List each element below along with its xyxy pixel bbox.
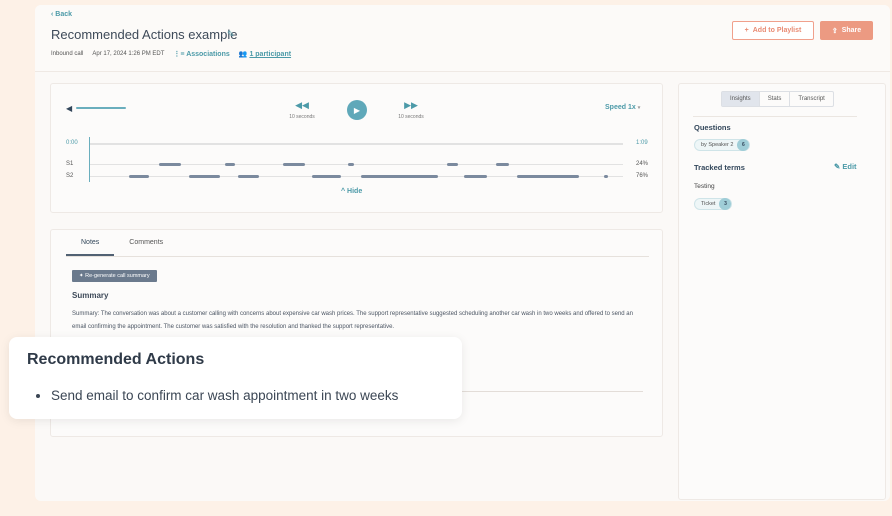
speaker-segment[interactable] — [446, 163, 458, 166]
speaker-segment[interactable] — [158, 163, 182, 166]
volume-slider[interactable] — [76, 107, 127, 109]
questions-heading: Questions — [694, 123, 731, 132]
insights-tabs: Insights Stats Transcript — [721, 91, 834, 107]
tab-insights[interactable]: Insights — [722, 92, 760, 106]
speaker-segment[interactable] — [463, 175, 488, 178]
call-type: Inbound call — [51, 51, 84, 57]
participants-icon: 👥 — [238, 51, 250, 58]
page-title: Recommended Actions example — [51, 27, 238, 42]
speaker-segment[interactable] — [517, 175, 579, 178]
speaker-percent: 76% — [636, 173, 649, 179]
summary-text: Summary: The conversation was about a cu… — [72, 311, 633, 330]
rewind-button[interactable]: ◀◀ 10 seconds — [282, 100, 322, 120]
speaker-segment[interactable] — [496, 163, 509, 166]
progress-track[interactable] — [90, 143, 623, 145]
tab-notes[interactable]: Notes — [66, 239, 115, 256]
speaker-segment[interactable] — [311, 175, 342, 178]
hide-timeline-button[interactable]: ^ Hide — [341, 188, 362, 195]
notes-tabs: Notes Comments — [66, 239, 178, 256]
call-meta: Inbound call Apr 17, 2024 1:26 PM EDT ⋮≡… — [51, 50, 291, 58]
participants-link[interactable]: 👥 1 participant — [239, 50, 291, 58]
back-link[interactable]: ‹ Back — [51, 11, 72, 18]
speaker-segment[interactable] — [283, 163, 305, 166]
divider — [693, 116, 857, 117]
tab-divider — [66, 256, 649, 257]
questions-chip[interactable]: by Speaker 26 — [694, 139, 751, 151]
associations-link[interactable]: ⋮≡ Associations — [173, 50, 229, 58]
edit-tracked-terms-button[interactable]: ✎ Edit — [834, 162, 857, 171]
call-player: ◀ ◀◀ 10 seconds ▶ ▶▶ 10 seconds Speed 1x ▾… — [50, 83, 663, 213]
insights-panel: Insights Stats Transcript Questions by S… — [678, 83, 886, 500]
speaker-segment[interactable] — [188, 175, 220, 178]
speaker-segment[interactable] — [128, 175, 149, 178]
forward-icon: ▶▶ — [404, 100, 418, 110]
term-chip[interactable]: Ticket 3 — [694, 198, 733, 210]
recommended-actions-heading: Recommended Actions — [27, 351, 205, 368]
associations-icon: ⋮≡ — [173, 51, 187, 58]
term-group-label: Testing — [694, 183, 715, 190]
speed-dropdown[interactable]: Speed 1x ▾ — [605, 104, 640, 111]
plus-icon: + — [744, 27, 749, 34]
speaker-segment[interactable] — [225, 163, 236, 166]
summary-heading: Summary — [72, 291, 109, 300]
regenerate-summary-button[interactable]: ✦ Re-generate call summary — [72, 270, 157, 282]
play-button[interactable]: ▶ — [347, 100, 367, 120]
share-icon: ⇪ — [831, 27, 838, 35]
forward-button[interactable]: ▶▶ 10 seconds — [391, 100, 431, 120]
chevron-down-icon: ▾ — [637, 105, 641, 111]
speaker-segment[interactable] — [361, 175, 439, 178]
tracked-terms-heading: Tracked terms — [694, 163, 745, 172]
speaker-segment[interactable] — [604, 175, 608, 178]
count-badge: 3 — [719, 198, 732, 210]
rewind-icon: ◀◀ — [295, 100, 309, 110]
speaker-percent: 24% — [636, 161, 649, 167]
start-time: 0:00 — [66, 140, 78, 146]
add-to-playlist-button[interactable]: + Add to Playlist — [732, 21, 814, 40]
speaker-segment[interactable] — [238, 175, 260, 178]
tab-stats[interactable]: Stats — [760, 92, 791, 106]
share-button[interactable]: ⇪ Share — [820, 21, 873, 40]
speaker-label: S2 — [66, 173, 74, 179]
recommended-actions-callout: Recommended Actions Send email to confir… — [9, 337, 462, 419]
edit-title-pencil-icon[interactable]: ✎ — [227, 29, 235, 40]
tab-comments[interactable]: Comments — [114, 239, 178, 256]
volume-icon[interactable]: ◀ — [66, 104, 72, 113]
play-icon: ▶ — [353, 105, 361, 115]
end-time: 1:09 — [636, 140, 648, 146]
call-datetime: Apr 17, 2024 1:26 PM EDT — [92, 51, 165, 57]
speaker-label: S1 — [66, 161, 74, 167]
tab-transcript[interactable]: Transcript — [790, 92, 832, 106]
recommended-action-item: Send email to confirm car wash appointme… — [51, 388, 398, 403]
speaker-segment[interactable] — [348, 163, 355, 166]
count-badge: 6 — [737, 139, 750, 151]
